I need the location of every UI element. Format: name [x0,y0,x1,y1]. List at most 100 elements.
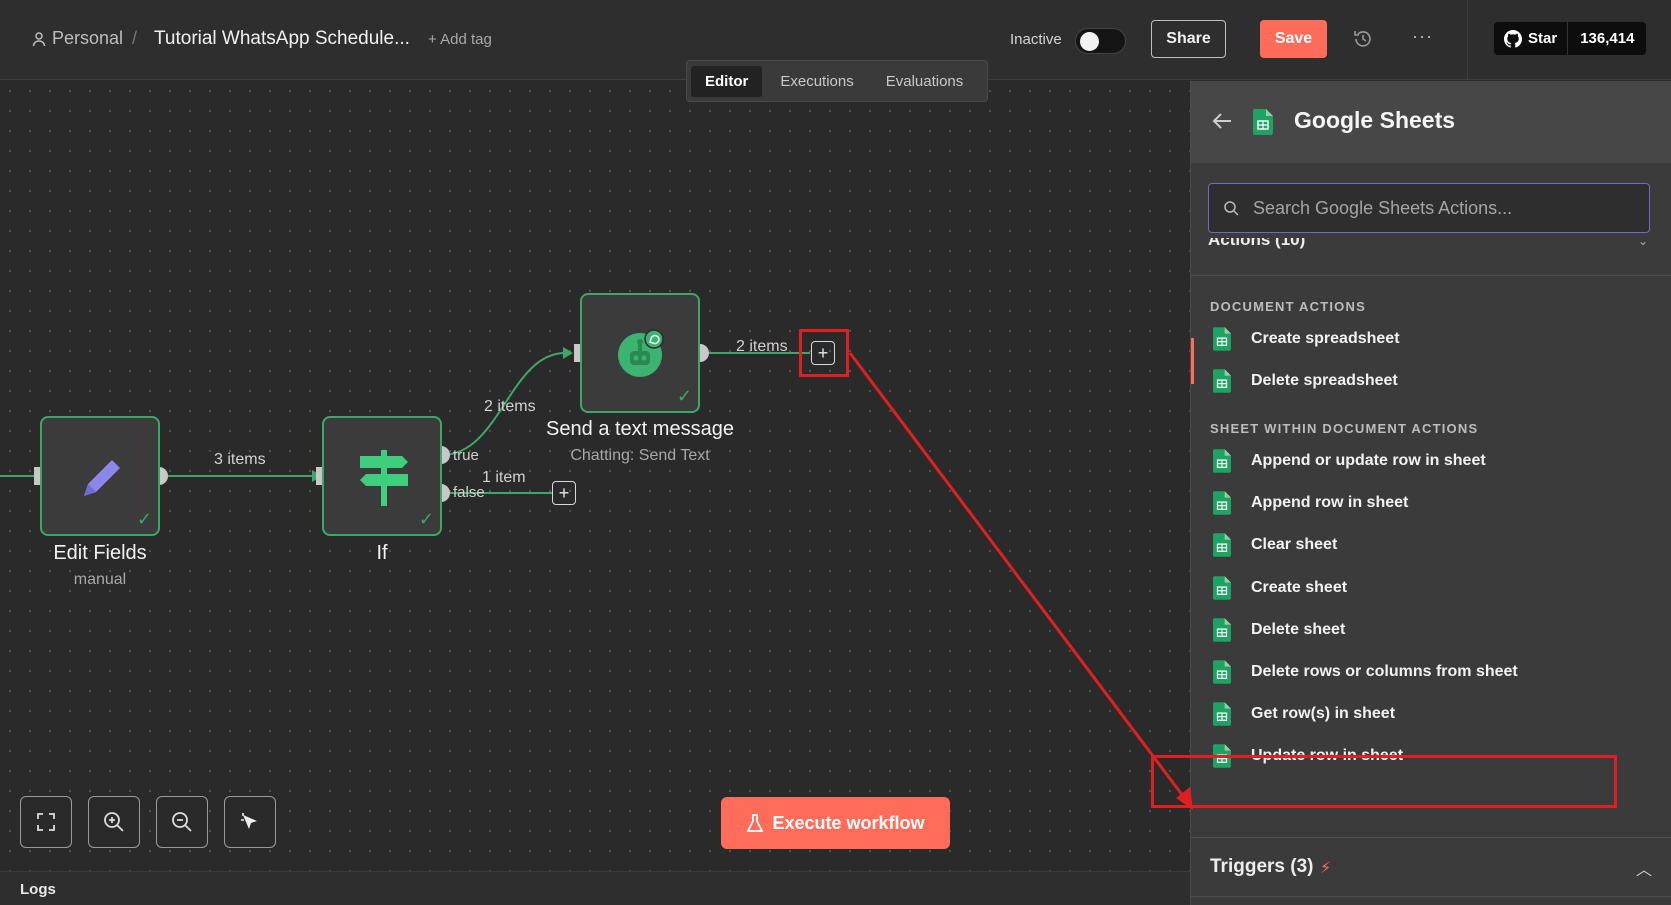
action-item[interactable]: Clear sheet [1191,523,1671,567]
github-icon [1504,29,1522,48]
zoom-in-button[interactable] [88,796,140,848]
user-icon [32,31,46,46]
action-item[interactable]: Delete spreadsheet [1191,359,1671,403]
google-sheets-icon [1213,702,1231,726]
flask-icon [747,814,764,832]
node-send-subtitle: Chatting: Send Text [570,447,710,464]
chevron-up-icon: ︿ [1635,862,1652,879]
actions-accordion-header[interactable]: Actions (10) ⌄ [1208,238,1654,264]
action-item-label: Append row in sheet [1251,494,1409,512]
tab-evaluations[interactable]: Evaluations [872,66,978,97]
wire-label-false: false [453,484,485,501]
action-item[interactable]: Delete sheet [1191,608,1671,652]
action-item-label: Clear sheet [1251,536,1338,554]
zoom-out-button[interactable] [156,796,208,848]
header-divider [1467,0,1468,80]
google-sheets-icon [1213,369,1231,393]
node-edit-fields-title: Edit Fields [53,542,147,564]
whatsapp-bot-icon [618,329,664,377]
success-check-icon: ✓ [418,509,434,529]
section-document-actions: DOCUMENT ACTIONS [1210,299,1366,314]
wire-label-false-items: 1 item [482,469,526,486]
more-options-icon[interactable]: ··· [1412,26,1433,47]
node-send-text-message[interactable]: ✓ [580,293,700,413]
github-star-left: Star [1494,22,1569,55]
action-item-label: Delete spreadsheet [1251,372,1398,390]
add-tag-link[interactable]: + Add tag [428,31,492,48]
bolt-icon: ⚡ [1320,860,1332,877]
action-item-label: Create sheet [1251,578,1348,596]
action-item[interactable]: Append or update row in sheet [1191,439,1671,483]
action-item-label: Delete sheet [1251,620,1346,638]
history-icon[interactable] [1352,28,1374,50]
view-tabs: Editor Executions Evaluations [686,60,988,102]
node-edit-fields[interactable]: ✓ [40,416,160,536]
fit-view-button[interactable] [20,796,72,848]
node-if-title: If [376,542,388,564]
share-button[interactable]: Share [1151,20,1226,58]
fit-view-icon [37,813,55,831]
logs-label: Logs [20,881,56,898]
action-item-label: Create spreadsheet [1251,330,1400,347]
logs-bar[interactable]: Logs [0,871,1190,905]
triggers-accordion-header[interactable]: Triggers (3) ⚡ ︿ [1191,837,1671,897]
success-check-icon: ✓ [136,509,152,529]
actions-header-label: Actions (10) [1208,238,1306,249]
action-item[interactable]: Delete rows or columns from sheet [1191,650,1671,694]
action-item[interactable]: Get row(s) in sheet [1191,692,1671,736]
breadcrumb-separator: / [132,28,138,48]
zoom-in-icon [104,812,124,832]
zoom-out-icon [172,812,192,832]
workflow-canvas[interactable]: ✓ Edit Fields manual ✓ If ✓ Send a text … [0,81,1190,871]
breadcrumb-personal-label: Personal [52,28,124,48]
active-toggle[interactable] [1075,28,1126,54]
wire-label-true-items: 2 items [484,398,536,415]
google-sheets-icon [1213,618,1231,642]
connection-wires [0,344,810,502]
action-item-label: Get row(s) in sheet [1251,705,1396,723]
annotation-highlight-plus [799,329,849,377]
back-arrow-icon[interactable] [1211,111,1233,131]
add-node-false-button[interactable]: + [552,481,576,505]
node-edit-fields-subtitle: manual [73,571,127,588]
search-field[interactable] [1208,183,1650,233]
panel-divider [1191,275,1671,276]
wire-label-send-out-items: 2 items [736,338,788,355]
google-sheets-icon [1213,449,1231,473]
github-star-button[interactable]: Star 136,414 [1494,22,1647,55]
action-item-label: Delete rows or columns from sheet [1251,663,1518,680]
triggers-label: Triggers (3) [1210,856,1314,877]
action-item[interactable]: Append row in sheet [1191,481,1671,525]
github-star-count: 136,414 [1580,30,1635,47]
node-send-title: Send a text message [546,418,734,440]
google-sheets-icon [1213,575,1231,600]
tidy-up-button[interactable] [224,796,276,848]
success-check-icon: ✓ [676,386,692,406]
panel-header: Google Sheets [1191,81,1671,163]
wire-label-edit-to-if: 3 items [214,451,266,468]
panel-title: Google Sheets [1294,107,1456,133]
annotation-highlight-update-row [1151,755,1617,808]
wire-true-arrow [563,347,573,359]
execute-workflow-label: Execute workflow [772,812,925,833]
execute-workflow-button[interactable]: Execute workflow [721,797,950,849]
google-sheets-icon [1213,660,1231,684]
tab-executions[interactable]: Executions [766,66,867,97]
n8n-workflow-editor: Personal / Tutorial WhatsApp Schedule...… [0,0,1671,905]
google-sheets-icon [1253,109,1273,135]
search-input[interactable] [1253,197,1633,219]
action-item[interactable]: Create spreadsheet [1191,317,1671,361]
tab-editor[interactable]: Editor [691,65,763,97]
sparkle-cursor-icon [241,813,257,829]
node-if[interactable]: ✓ [322,416,442,536]
section-sheet-actions: SHEET WITHIN DOCUMENT ACTIONS [1210,421,1479,436]
workflow-title[interactable]: Tutorial WhatsApp Schedule... [154,28,410,50]
github-star-label: Star [1528,30,1558,47]
wire-label-true: true [453,447,479,464]
action-item[interactable]: Create sheet [1191,566,1671,610]
pencil-icon [84,460,120,496]
breadcrumb-personal[interactable]: Personal [32,28,123,49]
save-button[interactable]: Save [1260,20,1327,58]
active-status-label: Inactive [1010,31,1062,48]
action-item-label: Append or update row in sheet [1251,452,1486,469]
